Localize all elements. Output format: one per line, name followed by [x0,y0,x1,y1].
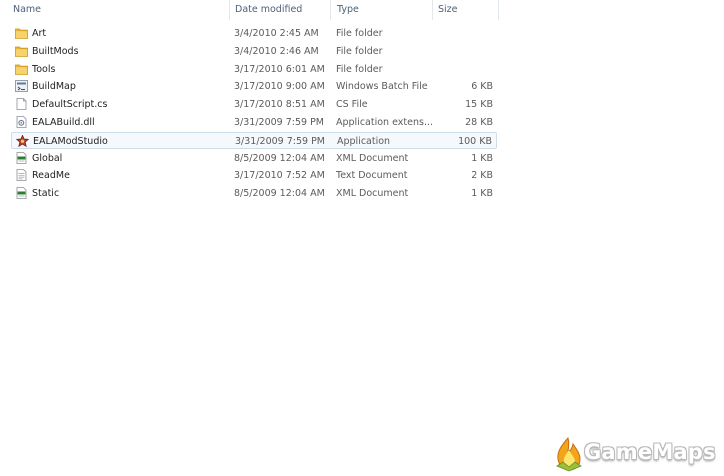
file-size: 28 KB [465,117,493,128]
file-name: EALABuild.dll [32,117,95,128]
file-type: Application extens... [336,117,432,128]
file-row[interactable]: Art 3/4/2010 2:45 AM File folder [11,25,497,42]
column-type-header[interactable]: Type [337,0,359,20]
app-icon [15,134,30,147]
file-row[interactable]: BuiltMods 3/4/2010 2:46 AM File folder [11,43,497,60]
file-date-modified: 3/4/2010 2:45 AM [234,28,319,39]
file-date-modified: 8/5/2009 12:04 AM [234,188,325,200]
file-row[interactable]: Global 8/5/2009 12:04 AM XML Document 1 KB [11,150,497,167]
file-size: 6 KB [471,81,493,93]
gamemaps-logo-text: GameMaps [584,440,716,464]
file-name: BuildMap [32,81,76,93]
file-name: Tools [32,63,56,75]
file-size: 100 KB [458,135,492,147]
file-row[interactable]: BuildMap 3/17/2010 9:00 AM Windows Batch F… [11,78,497,95]
column-header: Name Date modified Type Size [0,0,724,20]
file-row[interactable]: Tools 3/17/2010 6:01 AM File folder [11,61,497,78]
file-date-modified: 8/5/2009 12:04 AM [234,152,325,164]
flame-icon [556,436,582,472]
file-name: ReadMe [32,170,70,182]
file-size: 1 KB [471,188,493,200]
file-type: File folder [336,45,383,57]
file-row[interactable]: EALAModStudio 3/31/2009 7:59 PM Applicatio… [11,131,497,149]
file-type: File folder [336,28,383,39]
text-icon [15,169,28,182]
file-type: XML Document [336,188,409,200]
file-type: File folder [336,63,383,75]
file-name: EALAModStudio [33,135,108,147]
batch-file-icon [15,80,28,93]
xml-icon [15,151,28,164]
file-date-modified: 3/31/2009 7:59 PM [235,135,326,147]
file-name: Art [32,28,47,39]
file-size: 1 KB [471,152,493,164]
folder-icon [15,45,28,57]
file-type: Windows Batch File [336,81,428,93]
file-row[interactable]: DefaultScript.cs 3/17/2010 8:51 AM CS File… [11,96,497,113]
column-divider[interactable] [432,0,433,20]
gamemaps-logo: GameMaps [555,436,721,472]
column-size-header[interactable]: Size [438,0,458,20]
column-divider[interactable] [229,0,230,20]
file-type: Text Document [336,170,408,182]
file-name: DefaultScript.cs [32,99,108,111]
column-divider[interactable] [498,0,499,20]
file-type: CS File [336,99,368,111]
column-name-header[interactable]: Name [13,0,41,20]
file-size: 2 KB [471,170,493,182]
file-name: BuiltMods [32,45,79,57]
file-name: Global [32,152,63,164]
file-name: Static [32,188,60,200]
column-date-header[interactable]: Date modified [235,0,302,20]
file-date-modified: 3/17/2010 7:52 AM [234,170,325,182]
file-row[interactable]: Static 8/5/2009 12:04 AM XML Document 1 KB [11,185,497,202]
file-date-modified: 3/17/2010 9:00 AM [234,81,325,93]
file-date-modified: 3/31/2009 7:59 PM [234,117,325,128]
file-size: 15 KB [465,99,493,111]
file-row[interactable]: EALABuild.dll 3/31/2009 7:59 PM Applicatio… [11,114,497,131]
file-date-modified: 3/17/2010 8:51 AM [234,99,325,111]
file-row[interactable]: ReadMe 3/17/2010 7:52 AM Text Document 2 KB [11,167,497,184]
file-type: Application [337,135,391,147]
column-divider[interactable] [330,0,331,20]
folder-icon [15,27,28,39]
document-icon [15,98,28,111]
file-date-modified: 3/4/2010 2:46 AM [234,45,319,57]
xml-icon [15,187,28,200]
folder-icon [15,63,28,75]
file-date-modified: 3/17/2010 6:01 AM [234,63,325,75]
file-type: XML Document [336,152,409,164]
dll-icon [15,116,28,128]
